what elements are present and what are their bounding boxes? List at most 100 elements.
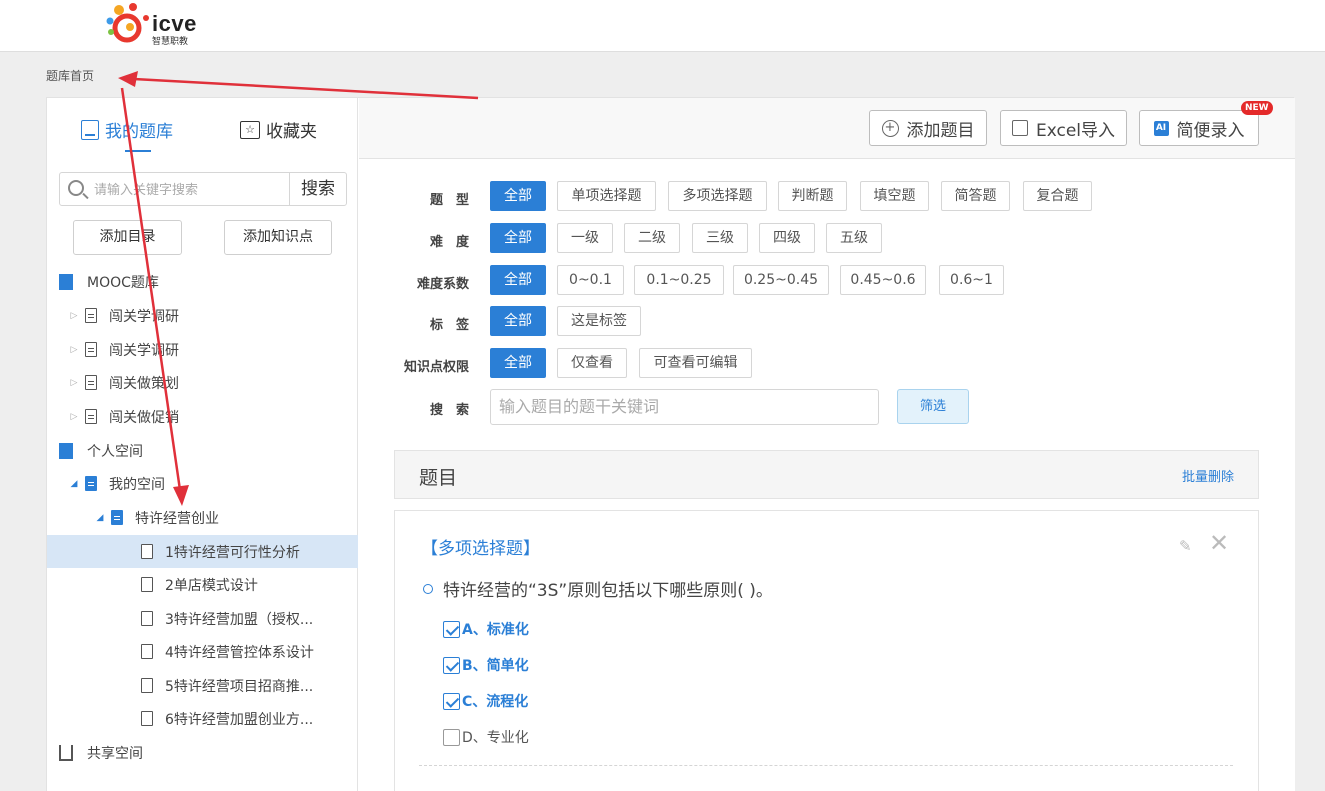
chip-coef-5[interactable]: 0.6~1 [939, 265, 1004, 295]
logo-mark-icon [106, 3, 149, 43]
chip-type-fill[interactable]: 填空题 [860, 181, 929, 211]
filter-label-type: 题 型 [429, 193, 469, 208]
collapse-arrow-icon[interactable]: ◢ [69, 479, 79, 489]
main-content: + 添加题目 Excel导入 AI 简便录入 NEW 题 型 全部 单项选择题 … [359, 98, 1295, 791]
document-icon [141, 644, 153, 659]
checkbox-checked-icon[interactable] [443, 656, 460, 674]
add-question-label: 添加题目 [906, 120, 975, 141]
edit-pencil-icon[interactable]: ✎ [1179, 537, 1195, 555]
chip-difficulty-4[interactable]: 四级 [759, 223, 815, 253]
tree-item[interactable]: ▷ 闯关做策划 [47, 366, 358, 399]
chip-tag-all[interactable]: 全部 [490, 306, 546, 336]
bulk-delete-link[interactable]: 批量删除 [1182, 466, 1234, 485]
tab-favorites[interactable]: ☆ 收藏夹 [240, 117, 317, 142]
icve-logo[interactable]: icve 智慧职教 [104, 1, 214, 47]
chip-type-compound[interactable]: 复合题 [1023, 181, 1092, 211]
tree-item[interactable]: 2单店模式设计 [47, 568, 358, 601]
document-icon [141, 611, 153, 626]
quick-entry-label: 简便录入 [1176, 120, 1245, 141]
chip-type-multiple[interactable]: 多项选择题 [668, 181, 767, 211]
checkbox-unchecked-icon[interactable] [443, 728, 460, 746]
tree-item-shared-space[interactable]: 共享空间 [47, 736, 358, 769]
excel-import-button[interactable]: Excel导入 [1000, 110, 1127, 146]
expand-arrow-icon[interactable]: ▷ [69, 412, 79, 422]
sidebar-tabs: 我的题库 ☆ 收藏夹 [47, 98, 358, 160]
chip-type-judge[interactable]: 判断题 [778, 181, 847, 211]
tree-item-label: 5特许经营项目招商推... [165, 678, 314, 695]
chip-coef-all[interactable]: 全部 [490, 265, 546, 295]
filter-label-tag: 标 签 [429, 318, 469, 333]
tree-item-label: 6特许经营加盟创业方... [165, 711, 314, 728]
chip-coef-2[interactable]: 0.1~0.25 [634, 265, 724, 295]
active-tab-indicator [125, 150, 151, 152]
tree-item-mooc[interactable]: MOOC题库 [47, 265, 358, 298]
option-label: D、专业化 [462, 730, 529, 746]
chip-perm-view[interactable]: 仅查看 [557, 348, 627, 378]
question-bank-panel: 我的题库 ☆ 收藏夹 搜索 添加目录 添加知识点 MOOC题库 ▷ 闯关学调研 [46, 97, 1295, 791]
checkbox-checked-icon[interactable] [443, 620, 460, 638]
chip-coef-4[interactable]: 0.45~0.6 [840, 265, 926, 295]
chip-difficulty-5[interactable]: 五级 [826, 223, 882, 253]
chip-difficulty-3[interactable]: 三级 [692, 223, 748, 253]
tree-item-franchise[interactable]: ◢ 特许经营创业 [47, 501, 358, 534]
add-knowledge-point-button[interactable]: 添加知识点 [224, 220, 332, 255]
tree-item[interactable]: 3特许经营加盟（授权... [47, 602, 358, 635]
sidebar-search-button[interactable]: 搜索 [289, 173, 346, 205]
checkbox-checked-icon[interactable] [443, 692, 460, 710]
add-directory-button[interactable]: 添加目录 [73, 220, 182, 255]
tree-item[interactable]: 5特许经营项目招商推... [47, 669, 358, 702]
filter-label-search: 搜 索 [429, 403, 469, 418]
option-a: A、标准化 [443, 619, 529, 639]
tree-item-personal-space[interactable]: 个人空间 [47, 434, 358, 467]
chip-tag-sample[interactable]: 这是标签 [557, 306, 641, 336]
tree-item[interactable]: 4特许经营管控体系设计 [47, 635, 358, 668]
tree-item-selected[interactable]: 1特许经营可行性分析 [47, 535, 358, 568]
book-icon [81, 119, 99, 140]
chip-difficulty-1[interactable]: 一级 [557, 223, 613, 253]
quick-entry-button[interactable]: AI 简便录入 [1139, 110, 1259, 146]
breadcrumb[interactable]: 题库首页 [46, 67, 94, 84]
tree-item-label: 1特许经营可行性分析 [165, 544, 300, 561]
chip-difficulty-2[interactable]: 二级 [624, 223, 680, 253]
tree-item-label: 2单店模式设计 [165, 577, 258, 594]
sidebar-search: 搜索 [59, 172, 347, 206]
filter-button[interactable]: 筛选 [897, 389, 969, 424]
chip-perm-edit[interactable]: 可查看可编辑 [639, 348, 752, 378]
chip-coef-3[interactable]: 0.25~0.45 [733, 265, 829, 295]
tree-item-label: MOOC题库 [87, 274, 159, 291]
question-card: 【多项选择题】 ✎ ✕ 特许经营的“3S”原则包括以下哪些原则( )。 A、标准… [394, 510, 1259, 791]
question-stem-text: 特许经营的“3S”原则包括以下哪些原则( )。 [443, 581, 773, 601]
collapse-arrow-icon[interactable]: ◢ [95, 513, 105, 523]
document-icon [141, 711, 153, 726]
option-label: A、标准化 [462, 622, 529, 638]
close-icon[interactable]: ✕ [1209, 531, 1229, 555]
chip-difficulty-all[interactable]: 全部 [490, 223, 546, 253]
tab-my-bank[interactable]: 我的题库 [81, 117, 173, 142]
tree-item[interactable]: ▷ 闯关学调研 [47, 299, 358, 332]
tree-item-label: 闯关做策划 [109, 375, 179, 392]
chip-type-single[interactable]: 单项选择题 [557, 181, 656, 211]
tree-item-label: 特许经营创业 [135, 510, 219, 527]
tree-item[interactable]: ▷ 闯关做促销 [47, 400, 358, 433]
sidebar: 我的题库 ☆ 收藏夹 搜索 添加目录 添加知识点 MOOC题库 ▷ 闯关学调研 [47, 98, 358, 791]
expand-arrow-icon[interactable]: ▷ [69, 311, 79, 321]
file-icon [85, 375, 97, 390]
chip-coef-1[interactable]: 0~0.1 [557, 265, 624, 295]
top-header: icve 智慧职教 [0, 0, 1325, 52]
file-icon [85, 476, 97, 491]
option-c: C、流程化 [443, 691, 528, 711]
expand-arrow-icon[interactable]: ▷ [69, 345, 79, 355]
chip-type-short[interactable]: 简答题 [941, 181, 1010, 211]
tree-item[interactable]: 6特许经营加盟创业方... [47, 702, 358, 735]
tree-item-my-space[interactable]: ◢ 我的空间 [47, 467, 358, 500]
add-question-button[interactable]: + 添加题目 [869, 110, 987, 146]
keyword-search-input[interactable]: 输入题目的题干关键词 [490, 389, 879, 425]
tree-item[interactable]: ▷ 闯关学调研 [47, 333, 358, 366]
chip-perm-all[interactable]: 全部 [490, 348, 546, 378]
plus-circle-icon: + [881, 119, 899, 137]
ai-icon: AI [1153, 120, 1169, 136]
sidebar-search-input[interactable] [94, 177, 289, 201]
expand-arrow-icon[interactable]: ▷ [69, 378, 79, 388]
chip-type-all[interactable]: 全部 [490, 181, 546, 211]
bullet-icon [423, 583, 433, 594]
